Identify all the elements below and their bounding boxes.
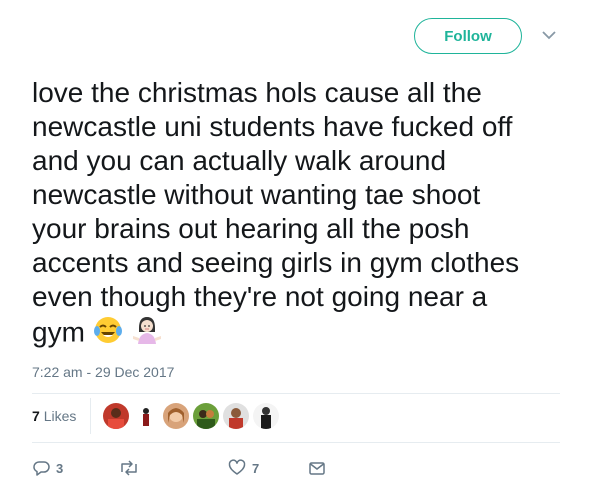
chevron-down-icon[interactable] bbox=[540, 26, 558, 44]
avatar[interactable] bbox=[103, 403, 130, 429]
avatar[interactable] bbox=[223, 403, 250, 429]
tweet-timestamp[interactable]: 7:22 am - 29 Dec 2017 bbox=[32, 364, 174, 380]
face-with-tears-of-joy-icon bbox=[93, 315, 123, 353]
direct-message-button[interactable] bbox=[308, 459, 326, 477]
envelope-icon bbox=[309, 462, 325, 475]
reply-count: 3 bbox=[56, 460, 64, 476]
like-button[interactable]: 7 bbox=[228, 459, 308, 477]
tweet-actions: 3 7 bbox=[32, 456, 326, 480]
tweet-line: and you can actually walk around bbox=[32, 145, 447, 176]
reply-icon bbox=[33, 461, 50, 476]
avatar[interactable] bbox=[133, 403, 160, 429]
tweet-line: love the christmas hols cause all the bbox=[32, 77, 482, 108]
divider bbox=[32, 442, 560, 443]
tweet-line: accents and seeing girls in gym clothes bbox=[32, 247, 520, 278]
follow-button[interactable]: Follow bbox=[414, 18, 522, 54]
heart-icon bbox=[228, 459, 246, 475]
likes-row: 7 Likes bbox=[32, 398, 280, 434]
avatar[interactable] bbox=[163, 403, 190, 429]
tweet-line-last: gym bbox=[32, 314, 572, 354]
tweet-line: your brains out hearing all the posh bbox=[32, 213, 470, 244]
tweet-line: newcastle without wanting tae shoot bbox=[32, 179, 481, 210]
reply-button[interactable]: 3 bbox=[32, 459, 92, 477]
like-count: 7 bbox=[252, 460, 260, 476]
retweet-button[interactable] bbox=[118, 459, 228, 477]
likes-label: Likes bbox=[43, 408, 77, 424]
tweet-line: even though they're not going near a bbox=[32, 281, 488, 312]
divider bbox=[90, 398, 92, 434]
likes-count[interactable]: 7 Likes bbox=[32, 408, 76, 424]
retweet-icon bbox=[121, 460, 137, 476]
avatar[interactable] bbox=[253, 403, 280, 429]
divider bbox=[32, 393, 560, 394]
woman-shrugging-icon bbox=[131, 314, 163, 354]
likes-number: 7 bbox=[32, 408, 40, 424]
tweet-line: gym bbox=[32, 316, 85, 348]
liker-avatars bbox=[103, 403, 280, 429]
tweet-text: love the christmas hols cause all the ne… bbox=[32, 76, 572, 354]
tweet-line: newcastle uni students have fucked off bbox=[32, 111, 513, 142]
avatar[interactable] bbox=[193, 403, 220, 429]
